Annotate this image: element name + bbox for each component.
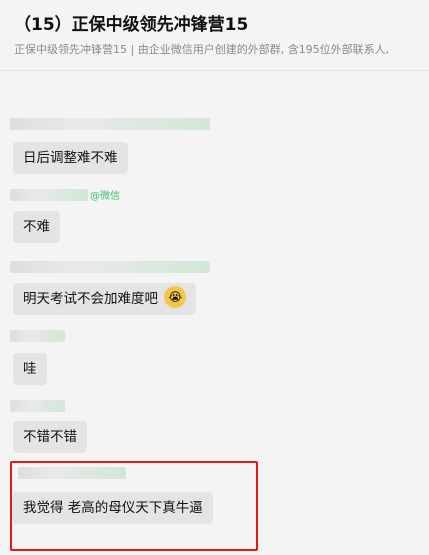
sender-name-blurred: [10, 118, 210, 130]
message-bubble[interactable]: 不难: [13, 211, 60, 243]
message-bubble[interactable]: 明天考试不会加难度吧 😭: [13, 283, 197, 315]
sender-name-blurred: [10, 330, 65, 342]
wechat-tag: @微信: [90, 191, 120, 202]
highlight-box: [10, 461, 258, 551]
message-text: 不难: [23, 219, 50, 235]
message-bubble[interactable]: 不错不错: [13, 421, 87, 453]
sender-name-blurred: [10, 261, 210, 273]
chat-title[interactable]: （15）正保中级领先冲锋营15: [14, 10, 248, 35]
chat-header: （15）正保中级领先冲锋营15 正保中级领先冲锋营15 | 由企业微信用户创建的…: [0, 0, 429, 71]
chat-subtitle: 正保中级领先冲锋营15 | 由企业微信用户创建的外部群, 含195位外部联系人,: [14, 43, 390, 56]
message-bubble[interactable]: 哇: [13, 353, 47, 385]
crying-face-emoji-icon: 😭: [164, 286, 187, 308]
message-bubble[interactable]: 日后调整难不难: [13, 142, 128, 174]
message-text: 日后调整难不难: [23, 150, 118, 166]
message-text: 不错不错: [23, 429, 77, 445]
sender-name-blurred: [10, 400, 65, 412]
message-text: 明天考试不会加难度吧: [23, 291, 158, 307]
message-text: 哇: [23, 361, 37, 377]
sender-name-blurred: [10, 189, 88, 201]
